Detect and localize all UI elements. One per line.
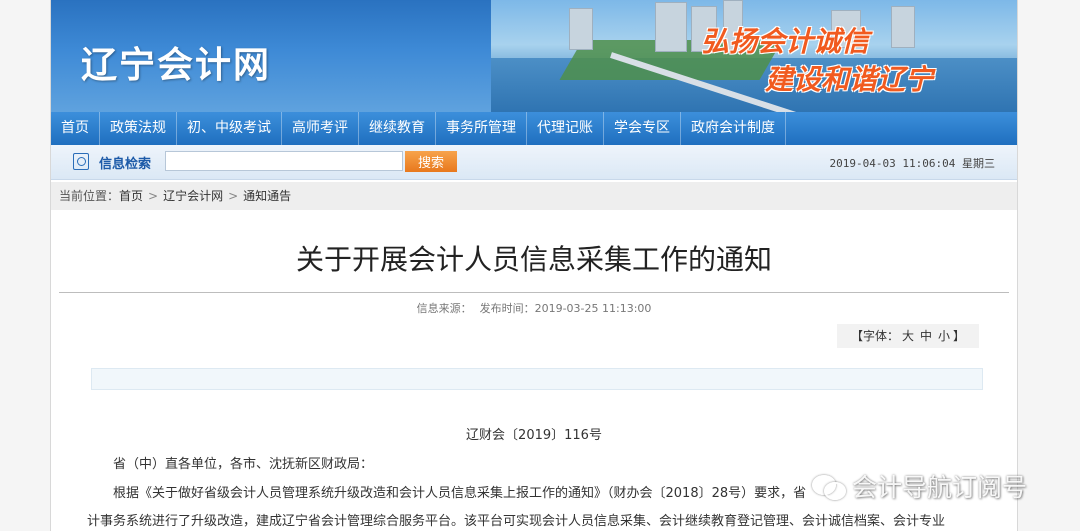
nav-item-society[interactable]: 学会专区 [604, 112, 681, 145]
search-bar: 信息检索 搜索 2019-04-03 11:06:04 星期三 [51, 145, 1017, 180]
watermark-text: 会计导航订阅号 [852, 473, 1028, 502]
font-size-control: 【字体：大中小】 [837, 324, 979, 348]
wechat-watermark: 会计导航订阅号 [812, 468, 1027, 504]
font-size-large[interactable]: 大 [902, 329, 914, 343]
slogan-line-1: 弘扬会计诚信 [701, 25, 870, 58]
nav-item-home[interactable]: 首页 [51, 112, 100, 145]
font-size-small[interactable]: 小 [938, 329, 950, 343]
wechat-icon [812, 473, 846, 500]
site-banner: 辽宁会计网 弘扬会计诚信 建设和谐辽宁 [51, 0, 1017, 112]
nav-item-firm-management[interactable]: 事务所管理 [436, 112, 527, 145]
nav-item-policy[interactable]: 政策法规 [100, 112, 177, 145]
breadcrumb-site[interactable]: 辽宁会计网 [163, 189, 223, 203]
nav-item-senior-review[interactable]: 高师考评 [282, 112, 359, 145]
search-input[interactable] [165, 151, 403, 171]
search-button[interactable]: 搜索 [405, 151, 457, 172]
font-size-close: 】 [953, 329, 966, 343]
current-datetime: 2019-04-03 11:06:04 星期三 [829, 157, 995, 170]
publish-label: 发布时间： [479, 302, 535, 315]
nav-item-government-accounting[interactable]: 政府会计制度 [681, 112, 786, 145]
summary-box [91, 368, 983, 390]
breadcrumb-notices[interactable]: 通知通告 [243, 189, 291, 203]
breadcrumb-home[interactable]: 首页 [119, 189, 143, 203]
article-title: 关于开展会计人员信息采集工作的通知 [295, 243, 772, 276]
source-label: 信息来源： [416, 302, 472, 315]
search-icon [73, 153, 89, 170]
font-size-label: 【字体： [850, 329, 899, 343]
nav-item-exam[interactable]: 初、中级考试 [177, 112, 282, 145]
breadcrumb-prefix: 当前位置： [59, 189, 120, 203]
page-container: 辽宁会计网 弘扬会计诚信 建设和谐辽宁 首页 政策法规 初、中级考试 高师考评 … [50, 0, 1018, 531]
breadcrumb: 当前位置：首页 > 辽宁会计网 > 通知通告 [51, 182, 1017, 210]
breadcrumb-separator-icon: > [228, 189, 239, 203]
article-meta: 信息来源： 发布时间：2019-03-25 11:13:00 [51, 300, 1017, 316]
document-number: 辽财会〔2019〕116号 [466, 428, 602, 443]
font-size-medium[interactable]: 中 [920, 329, 932, 343]
site-logo[interactable]: 辽宁会计网 [81, 36, 271, 88]
main-nav: 首页 政策法规 初、中级考试 高师考评 继续教育 事务所管理 代理记账 学会专区… [51, 112, 1017, 145]
title-divider [59, 292, 1009, 293]
nav-item-continuing-education[interactable]: 继续教育 [359, 112, 436, 145]
search-label: 信息检索 [99, 157, 152, 172]
article-paragraph: 根据《关于做好省级会计人员管理系统升级改造和会计人员信息采集上报工作的通知》（财… [113, 486, 807, 501]
publish-time: 2019-03-25 11:13:00 [534, 302, 652, 315]
article-paragraph: 省（中）直各单位，各市、沈抚新区财政局： [113, 457, 374, 472]
article-paragraph: 计事务系统进行了升级改造，建成辽宁省会计管理综合服务平台。该平台可实现会计人员信… [87, 514, 946, 529]
nav-item-bookkeeping-agency[interactable]: 代理记账 [527, 112, 604, 145]
slogan-line-2: 建设和谐辽宁 [765, 63, 934, 96]
breadcrumb-separator-icon: > [148, 189, 159, 203]
